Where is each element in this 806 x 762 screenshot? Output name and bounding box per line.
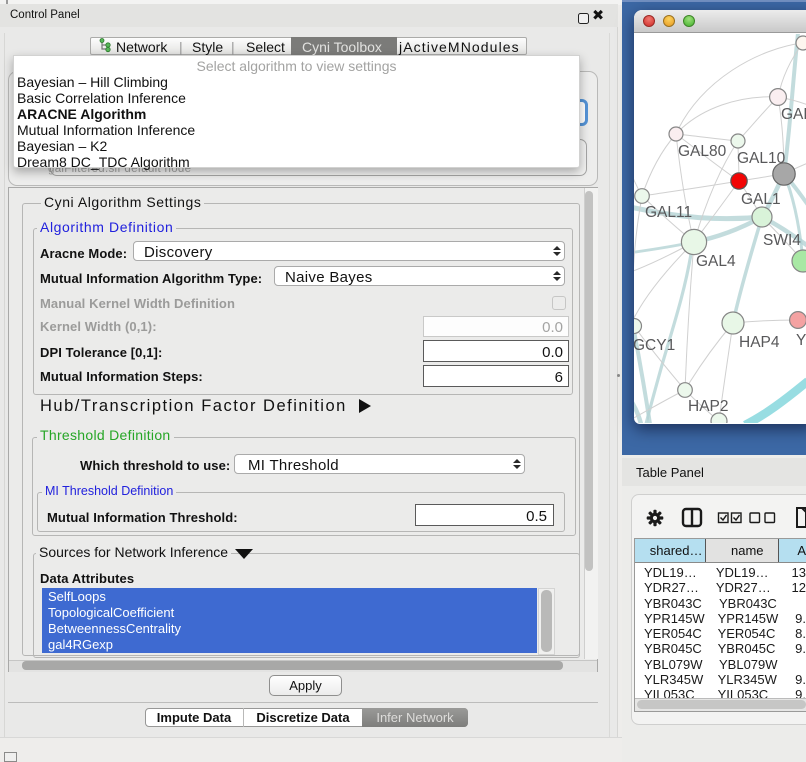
svg-text:HAP2: HAP2 [688,398,729,415]
svg-text:GAL10: GAL10 [737,150,786,167]
svg-text:HAP4: HAP4 [739,334,780,351]
svg-text:GAL2: GAL2 [781,106,806,123]
svg-text:GAL80: GAL80 [678,143,727,160]
svg-text:GAL4: GAL4 [696,253,736,270]
svg-text:GAL1: GAL1 [741,191,781,208]
svg-text:GCY1: GCY1 [634,337,675,354]
svg-text:SWI4: SWI4 [763,232,801,249]
svg-text:Y: Y [796,332,806,349]
svg-text:GAL11: GAL11 [645,204,692,221]
